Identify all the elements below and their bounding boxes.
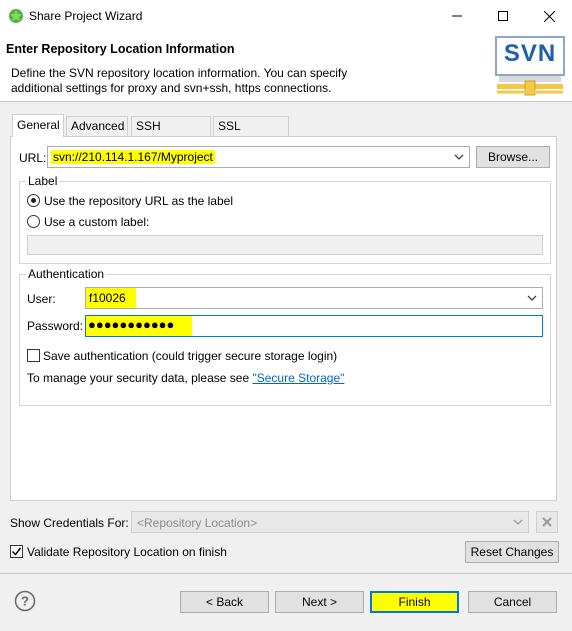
maximize-icon — [498, 11, 508, 21]
minimize-icon — [452, 15, 462, 17]
radio-repository-label[interactable] — [27, 194, 40, 207]
finish-button[interactable]: Finish — [370, 591, 459, 613]
chevron-down-icon — [527, 295, 537, 301]
minimize-button[interactable] — [434, 0, 480, 32]
secure-storage-link[interactable]: "Secure Storage" — [252, 371, 344, 385]
url-combo[interactable]: svn://210.114.1.167/Myproject — [47, 146, 470, 168]
save-authentication-checkbox[interactable] — [27, 349, 40, 362]
password-value: ●●●●●●●●●●● — [86, 316, 193, 336]
svn-logo-text: SVN — [503, 40, 557, 67]
browse-button[interactable]: Browse... — [476, 146, 550, 168]
chevron-down-icon — [454, 154, 464, 160]
wizard-header: Enter Repository Location Information De… — [0, 32, 572, 102]
password-label: Password: — [27, 319, 84, 333]
svg-text:?: ? — [21, 594, 29, 609]
next-button[interactable]: Next > — [275, 591, 364, 613]
user-value: f10026 — [86, 288, 136, 308]
back-button[interactable]: < Back — [180, 591, 269, 613]
help-icon: ? — [14, 590, 36, 612]
help-button[interactable]: ? — [14, 590, 36, 612]
eclipse-app-icon — [9, 9, 23, 23]
credentials-value: <Repository Location> — [137, 516, 258, 530]
tab-general[interactable]: General — [12, 114, 64, 137]
validate-location-label: Validate Repository Location on finish — [27, 545, 227, 559]
window-title: Share Project Wizard — [29, 9, 143, 23]
close-button[interactable] — [526, 0, 572, 32]
svn-logo: SVN — [495, 36, 565, 96]
description-line: additional settings for proxy and svn+ss… — [11, 81, 332, 95]
show-credentials-label: Show Credentials For: — [10, 516, 129, 530]
page-description: Define the SVN repository location infor… — [11, 66, 481, 96]
checkmark-icon — [11, 547, 22, 556]
validate-location-checkbox[interactable] — [10, 545, 23, 558]
tab-ssl-settings[interactable]: SSL Settings — [213, 116, 289, 152]
radio-custom-label-text: Use a custom label: — [44, 215, 150, 229]
url-value: svn://210.114.1.167/Myproject — [51, 150, 215, 164]
user-combo[interactable]: f10026 — [85, 287, 543, 309]
tab-ssh-settings[interactable]: SSH Settings — [131, 116, 211, 152]
close-icon — [543, 10, 555, 22]
custom-label-input[interactable] — [27, 235, 543, 255]
manage-security-text: To manage your security data, please see — [27, 371, 250, 385]
maximize-button[interactable] — [480, 0, 526, 32]
chevron-down-icon — [513, 519, 523, 525]
description-line: Define the SVN repository location infor… — [11, 66, 348, 80]
user-label: User: — [27, 292, 56, 306]
delete-icon — [542, 517, 552, 527]
label-group-title: Label — [26, 174, 60, 188]
reset-changes-button[interactable]: Reset Changes — [465, 541, 559, 563]
page-title: Enter Repository Location Information — [6, 42, 235, 56]
radio-custom-label[interactable] — [27, 215, 40, 228]
authentication-group-title: Authentication — [26, 267, 107, 281]
tab-advanced[interactable]: Advanced — [66, 116, 128, 136]
credentials-combo[interactable]: <Repository Location> — [131, 511, 529, 533]
delete-credentials-button[interactable] — [536, 511, 558, 533]
footer-divider — [0, 573, 572, 574]
password-input[interactable]: ●●●●●●●●●●● — [85, 315, 543, 337]
radio-repository-label-text: Use the repository URL as the label — [44, 194, 233, 208]
title-bar: Share Project Wizard — [0, 0, 572, 32]
secure-storage-row: To manage your security data, please see… — [27, 371, 344, 385]
url-label: URL: — [19, 151, 47, 165]
save-authentication-label: Save authentication (could trigger secur… — [43, 349, 338, 363]
cancel-button[interactable]: Cancel — [468, 591, 557, 613]
